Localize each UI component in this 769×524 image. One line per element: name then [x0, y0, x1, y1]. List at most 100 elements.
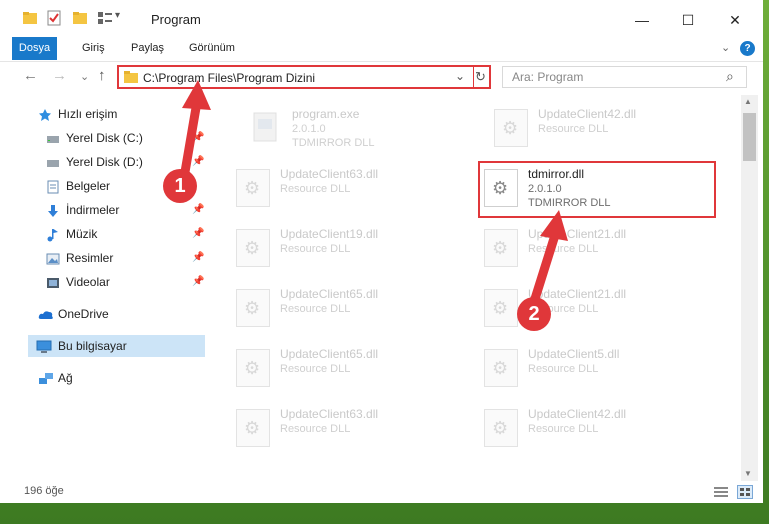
file-description: Resource DLL [528, 243, 599, 255]
sidebar-item-videos[interactable]: Videolar 📌 [46, 271, 206, 293]
recent-locations-button[interactable]: ⌄ [80, 70, 89, 83]
scrollbar-thumb[interactable] [743, 113, 756, 161]
search-placeholder: Ara: Program [512, 70, 584, 84]
explorer-window: ▾ Program — ☐ ✕ Dosya Giriş Paylaş Görün… [0, 0, 763, 503]
sidebar-item-onedrive[interactable]: OneDrive [38, 303, 198, 325]
list-item[interactable]: ⚙ UpdateClient63.dll Resource DLL [222, 401, 452, 455]
file-name: UpdateClient5.dll [528, 347, 620, 361]
dll-file-icon: ⚙ [236, 289, 270, 327]
list-item[interactable]: ⚙ UpdateClient63.dll Resource DLL [222, 161, 452, 215]
maximize-button[interactable]: ☐ [665, 6, 711, 34]
sidebar-item-quick-access[interactable]: Hızlı erişim [38, 103, 198, 125]
search-icon: ⌕ [726, 68, 734, 84]
file-description: Resource DLL [528, 423, 599, 435]
music-icon [46, 227, 60, 242]
tab-paylas[interactable]: Paylaş [125, 37, 170, 60]
video-icon [46, 275, 60, 289]
file-name: UpdateClient42.dll [528, 407, 627, 421]
dll-file-icon: ⚙ [484, 229, 518, 267]
details-view-icon[interactable] [714, 486, 728, 501]
list-item[interactable]: ⚙ UpdateClient19.dll Resource DLL [222, 221, 452, 275]
tab-giris[interactable]: Giriş [76, 37, 111, 60]
drive-icon [46, 155, 60, 169]
view-options-icon[interactable] [97, 10, 113, 26]
expand-ribbon-icon[interactable]: ⌄ [715, 37, 736, 60]
folder-icon [124, 70, 138, 87]
file-description: Resource DLL [280, 183, 351, 195]
navigation-bar: ← → ⌄ ↑ C:\Program Files\Program Dizini … [0, 62, 763, 94]
vertical-scrollbar[interactable]: ▲ ▼ [741, 95, 758, 481]
file-description: Resource DLL [280, 243, 351, 255]
address-bar[interactable]: C:\Program Files\Program Dizini ⌄ ↻ [117, 65, 491, 89]
sidebar-item-this-pc[interactable]: Bu bilgisayar [28, 335, 205, 357]
dll-file-icon: ⚙ [484, 409, 518, 447]
up-button[interactable]: ↑ [98, 67, 106, 84]
file-name: program.exe [292, 107, 360, 121]
star-icon [38, 107, 52, 121]
close-button[interactable]: ✕ [712, 6, 758, 34]
tiles-view-icon[interactable] [737, 485, 753, 499]
tab-dosya[interactable]: Dosya [12, 37, 57, 60]
sidebar-item-pictures[interactable]: Resimler 📌 [46, 247, 206, 269]
documents-icon [46, 179, 60, 194]
pin-icon: 📌 [192, 132, 205, 143]
item-count: 196 öğe [24, 485, 64, 497]
file-name: UpdateClient65.dll [280, 287, 379, 301]
step-1-badge: 1 [163, 169, 197, 203]
help-icon[interactable]: ? [740, 41, 755, 56]
file-description: Resource DLL [538, 123, 609, 135]
dll-file-icon: ⚙ [484, 289, 518, 327]
ribbon-tabs: Dosya Giriş Paylaş Görünüm ⌄ ? [0, 37, 763, 62]
sidebar-item-label: Bu bilgisayar [58, 339, 127, 353]
pin-icon: 📌 [192, 204, 205, 215]
download-icon [46, 203, 60, 217]
title-bar: ▾ Program — ☐ ✕ [0, 0, 763, 38]
step-2-badge: 2 [517, 297, 551, 331]
pin-icon: 📌 [192, 252, 205, 263]
sidebar-item-music[interactable]: Müzik 📌 [46, 223, 206, 245]
sidebar-item-network[interactable]: Ağ [38, 367, 198, 389]
list-item[interactable]: ⚙ UpdateClient65.dll Resource DLL [222, 281, 452, 335]
tab-gorunum[interactable]: Görünüm [183, 37, 241, 60]
scroll-down-icon[interactable]: ▼ [744, 469, 752, 478]
minimize-button[interactable]: — [619, 6, 665, 34]
navigation-pane: Hızlı erişim Yerel Disk (C:) 📌 Yerel Dis… [0, 95, 207, 481]
drive-icon [46, 131, 60, 145]
list-item[interactable]: ⚙ UpdateClient21.dll Resource DLL [470, 281, 700, 335]
scroll-up-icon[interactable]: ▲ [744, 97, 752, 106]
pictures-icon [46, 251, 60, 265]
refresh-icon[interactable]: ↻ [475, 69, 486, 85]
dll-file-icon: ⚙ [494, 109, 528, 147]
address-divider [473, 66, 474, 88]
list-item[interactable]: ⚙ UpdateClient42.dll Resource DLL [470, 401, 700, 455]
list-item[interactable]: ⚙ UpdateClient21.dll Resource DLL [470, 221, 700, 275]
address-dropdown-icon[interactable]: ⌄ [455, 69, 465, 83]
sidebar-item-label: Müzik [66, 227, 98, 241]
pin-icon: 📌 [192, 228, 205, 239]
dll-file-icon: ⚙ [236, 169, 270, 207]
file-company: TDMIRROR DLL [292, 137, 375, 149]
list-item[interactable]: program.exe 2.0.1.0 TDMIRROR DLL [234, 101, 464, 155]
file-name: UpdateClient42.dll [538, 107, 637, 121]
network-icon [38, 371, 53, 385]
list-item[interactable]: ⚙ UpdateClient65.dll Resource DLL [222, 341, 452, 395]
forward-button[interactable]: → [52, 67, 67, 84]
sidebar-item-label: Resimler [66, 251, 114, 265]
file-name: UpdateClient63.dll [280, 407, 379, 421]
dll-file-icon: ⚙ [236, 409, 270, 447]
new-folder-icon[interactable] [72, 10, 88, 26]
list-item[interactable]: ⚙ UpdateClient5.dll Resource DLL [470, 341, 700, 395]
properties-icon[interactable] [46, 10, 62, 26]
search-box[interactable]: Ara: Program ⌕ [502, 66, 747, 88]
file-description: Resource DLL [280, 423, 351, 435]
customize-quick-access-icon[interactable]: ▾ [115, 10, 131, 26]
pin-icon: 📌 [192, 276, 205, 287]
status-bar: 196 öğe [0, 481, 763, 503]
list-item[interactable]: ⚙ UpdateClient42.dll Resource DLL [480, 101, 710, 155]
back-button[interactable]: ← [23, 67, 38, 84]
window-title: Program [151, 12, 201, 27]
file-name: UpdateClient63.dll [280, 167, 379, 181]
sidebar-item-local-disk-c[interactable]: Yerel Disk (C:) 📌 [46, 127, 206, 149]
sidebar-item-label: Hızlı erişim [58, 107, 118, 121]
sidebar-item-label: Belgeler [66, 179, 111, 193]
